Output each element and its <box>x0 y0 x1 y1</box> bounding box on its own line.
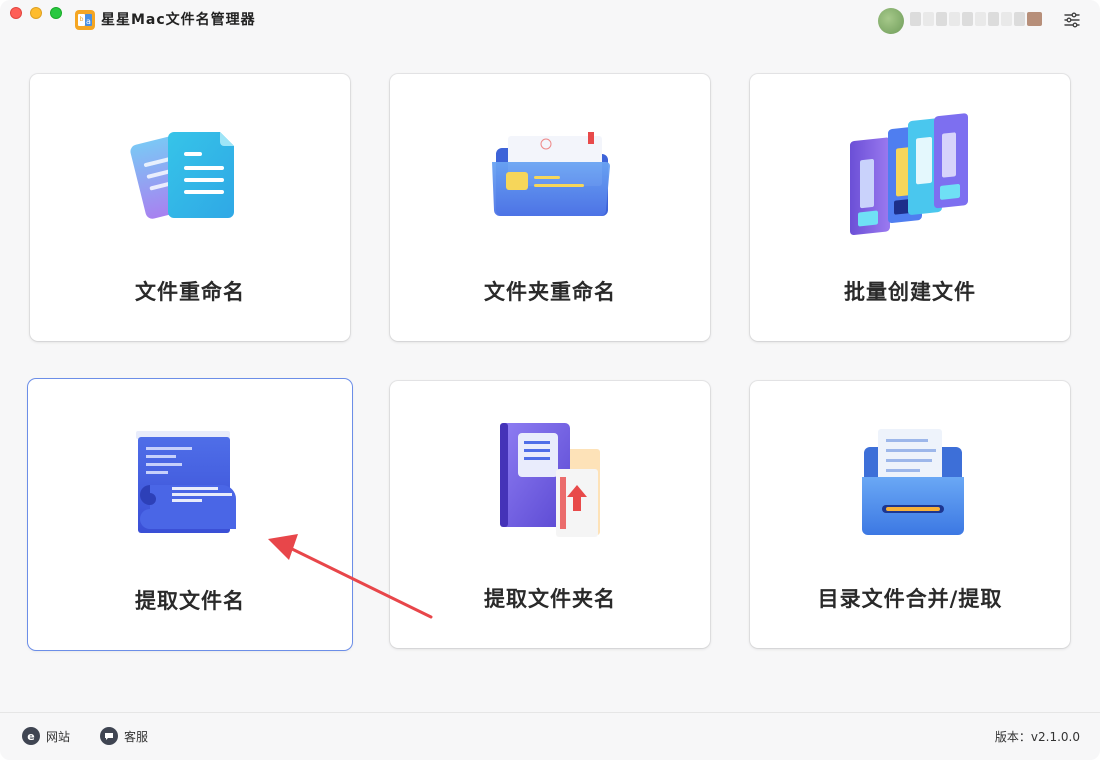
window-controls <box>10 7 62 19</box>
folder-icon <box>492 132 610 216</box>
app-title: 星星Mac文件名管理器 <box>101 12 256 28</box>
svg-text:b: b <box>80 16 84 23</box>
card-label: 提取文件名 <box>135 589 245 613</box>
card-folder-rename[interactable]: 文件夹重命名 <box>390 74 710 341</box>
settings-sliders-icon[interactable] <box>1062 10 1082 30</box>
customer-service-link[interactable]: 客服 <box>100 727 148 745</box>
title-bar: a b 星星Mac文件名管理器 <box>0 0 1100 40</box>
chat-bubble-icon <box>100 727 118 745</box>
minimize-window-button[interactable] <box>30 7 42 19</box>
binders-icon <box>850 113 968 235</box>
card-extract-folder-names[interactable]: 提取文件夹名 <box>390 381 710 648</box>
app-window: a b 星星Mac文件名管理器 文件重命名 文件夹重命名 批量创建文件 提取文件… <box>0 0 1100 760</box>
card-label: 提取文件夹名 <box>484 587 616 611</box>
card-batch-create-files[interactable]: 批量创建文件 <box>750 74 1070 341</box>
card-label: 文件夹重命名 <box>484 280 616 304</box>
user-name-blurred[interactable] <box>910 12 1043 28</box>
scroll-document-icon <box>136 431 236 533</box>
card-directory-merge-extract[interactable]: 目录文件合并/提取 <box>750 381 1070 648</box>
card-file-rename[interactable]: 文件重命名 <box>30 74 350 341</box>
card-extract-filenames[interactable]: 提取文件名 <box>28 379 352 650</box>
customer-service-label: 客服 <box>124 729 149 744</box>
website-label: 网站 <box>46 729 71 744</box>
website-icon: e <box>22 727 40 745</box>
version-text: 版本：v2.1.0.0 <box>994 730 1080 744</box>
documents-icon <box>130 132 234 219</box>
card-label: 批量创建文件 <box>844 280 976 304</box>
app-logo-icon: a b <box>75 10 95 30</box>
svg-text:a: a <box>86 17 91 26</box>
footer-bar: e 网站 客服 版本：v2.1.0.0 <box>0 712 1100 760</box>
card-label: 文件重命名 <box>135 280 245 304</box>
card-label: 目录文件合并/提取 <box>817 587 1003 611</box>
close-window-button[interactable] <box>10 7 22 19</box>
file-drawer-icon <box>862 429 964 535</box>
user-avatar[interactable] <box>878 8 904 34</box>
maximize-window-button[interactable] <box>50 7 62 19</box>
book-folder-icon <box>500 423 600 537</box>
website-link[interactable]: e 网站 <box>22 727 70 745</box>
